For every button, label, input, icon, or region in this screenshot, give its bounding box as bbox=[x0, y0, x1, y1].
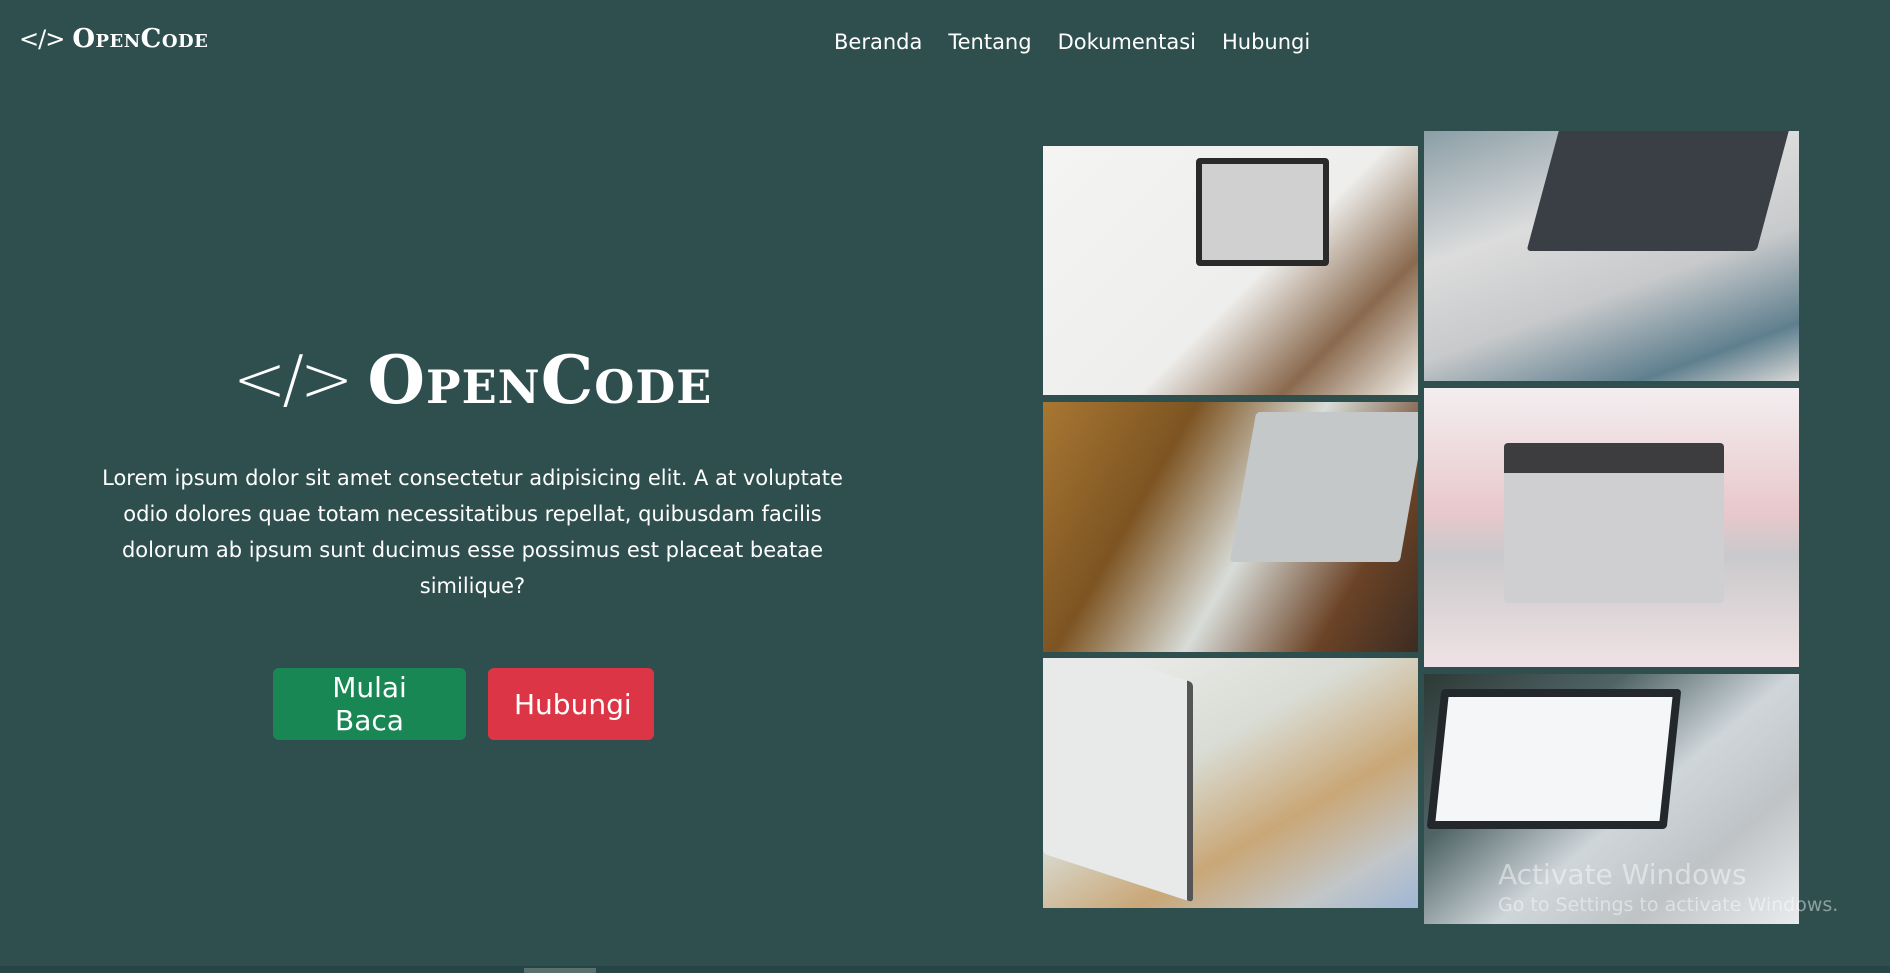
nav-link-tentang[interactable]: Tentang bbox=[948, 28, 1031, 56]
hubungi-button[interactable]: Hubungi bbox=[488, 668, 654, 740]
hero-description: Lorem ipsum dolor sit amet consectetur a… bbox=[102, 466, 843, 598]
mulai-baca-button[interactable]: Mulai Baca bbox=[273, 668, 466, 740]
nav-link-hubungi[interactable]: Hubungi bbox=[1222, 28, 1310, 56]
laptop-shape bbox=[1504, 443, 1724, 603]
laptop-desk-photo bbox=[1043, 146, 1418, 395]
code-icon: </> bbox=[19, 25, 65, 53]
bottom-scrollbar-thumb[interactable] bbox=[524, 968, 596, 973]
hero-title-text: OpenCode bbox=[367, 341, 713, 419]
hero-section: </> OpenCode Lorem ipsum dolor sit amet … bbox=[0, 340, 945, 740]
nav-link-beranda[interactable]: Beranda bbox=[834, 28, 922, 56]
activate-windows-watermark: Activate Windows Go to Settings to activ… bbox=[1498, 858, 1838, 918]
laptop-shape bbox=[1526, 131, 1792, 251]
laptop-shape bbox=[1229, 412, 1418, 562]
laptop-cafe-photo bbox=[1043, 402, 1418, 652]
code-icon: </> bbox=[232, 343, 354, 417]
watermark-subtitle: Go to Settings to activate Windows. bbox=[1498, 894, 1839, 916]
laptop-shape bbox=[1043, 658, 1193, 903]
nav-link-dokumentasi[interactable]: Dokumentasi bbox=[1058, 28, 1196, 56]
laptop-bed-coffee-photo bbox=[1424, 388, 1799, 667]
bottom-scrollbar-track bbox=[0, 966, 1890, 973]
laptop-shape bbox=[1196, 158, 1329, 266]
brand-logo[interactable]: </> OpenCode bbox=[19, 24, 208, 54]
navbar: </> OpenCode Beranda Tentang Dokumentasi… bbox=[0, 0, 1890, 84]
nav-links: Beranda Tentang Dokumentasi Hubungi bbox=[834, 28, 1310, 56]
hero-buttons: Mulai Baca Hubungi bbox=[273, 668, 654, 740]
laptop-office-photo bbox=[1043, 658, 1418, 908]
brand-name: OpenCode bbox=[72, 24, 209, 54]
laptop-typing-photo bbox=[1424, 131, 1799, 381]
hero-title: </> OpenCode bbox=[233, 340, 713, 420]
laptop-shape bbox=[1426, 689, 1682, 829]
watermark-title: Activate Windows bbox=[1498, 858, 1747, 891]
